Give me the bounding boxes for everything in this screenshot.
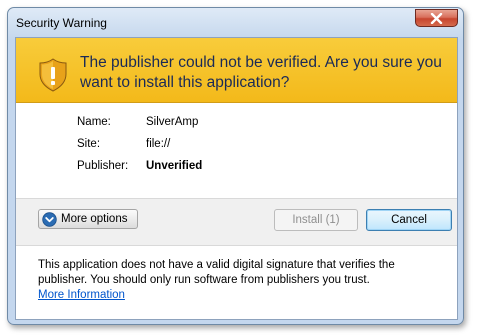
publisher-value: Unverified (146, 160, 203, 172)
close-icon (430, 12, 443, 24)
more-options-label: More options (61, 213, 128, 225)
dialog-content: The publisher could not be verified. Are… (15, 37, 458, 320)
shield-warning-icon (39, 58, 67, 92)
cancel-button[interactable]: Cancel (366, 209, 452, 231)
chevron-down-icon (42, 212, 57, 227)
footer: This application does not have a valid d… (38, 258, 438, 303)
site-label: Site: (77, 138, 101, 150)
warning-headline: The publisher could not be verified. Are… (80, 54, 442, 91)
warning-banner: The publisher could not be verified. Are… (16, 38, 457, 103)
name-value: SilverAmp (146, 116, 199, 128)
window-title: Security Warning (16, 16, 107, 30)
name-label: Name: (77, 116, 111, 128)
more-options-button[interactable]: More options (38, 209, 138, 229)
install-button[interactable]: Install (1) (274, 209, 358, 231)
security-warning-dialog: Security Warning The publisher could not… (7, 7, 464, 325)
close-button[interactable] (415, 9, 458, 27)
publisher-label: Publisher: (77, 160, 129, 172)
action-bar: More options Install (1) Cancel (16, 198, 457, 246)
more-information-link[interactable]: More Information (38, 289, 125, 301)
footer-message: This application does not have a valid d… (38, 259, 395, 286)
site-value: file:// (146, 138, 171, 150)
